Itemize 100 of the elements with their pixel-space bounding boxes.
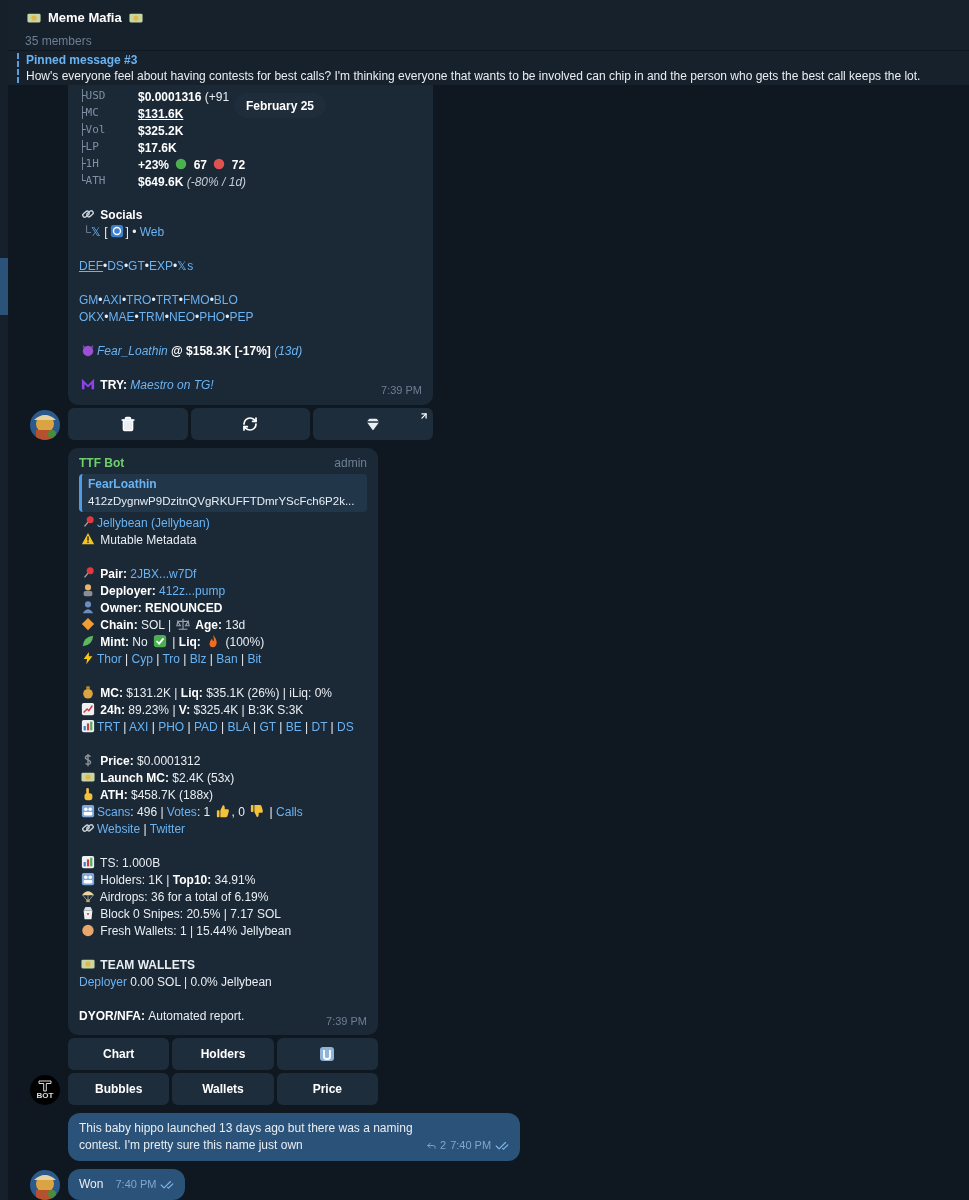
- refresh-icon: [242, 415, 259, 432]
- takeout-box-icon: [81, 905, 95, 920]
- keyboard-button[interactable]: [276, 1038, 378, 1070]
- link[interactable]: BE: [285, 719, 302, 734]
- message-line: TS: 1.000B: [79, 854, 161, 872]
- message-line: TRT | AXI | PHO | PAD | BLA | GT | BE | DT | DS: [79, 718, 354, 736]
- link[interactable]: TRT: [155, 293, 179, 307]
- link[interactable]: Ban: [216, 651, 238, 666]
- message-line: MC: $131.2K | Liq: $35.1K (26%) | iLiq: 0%: [79, 684, 332, 702]
- link[interactable]: AXI: [129, 719, 149, 734]
- message-time: 7:40 PM: [450, 1138, 492, 1153]
- pinned-text: How's everyone feel about having contests for best calls? I'm thinking everyone that wants to be involved can chip in and the person who gets the best call keeps the lot.: [26, 67, 921, 84]
- link[interactable]: Web: [139, 225, 165, 239]
- message-time: 7:39 PM: [326, 1013, 367, 1029]
- link[interactable]: Votes: [166, 804, 197, 819]
- keyboard-button[interactable]: Bubbles: [68, 1073, 170, 1105]
- bot-avatar[interactable]: BOT: [30, 1075, 60, 1105]
- keyboard-button[interactable]: Holders: [172, 1038, 274, 1070]
- scales-icon: [176, 616, 191, 631]
- link[interactable]: DS: [107, 259, 124, 273]
- link[interactable]: PEP: [229, 310, 254, 324]
- link[interactable]: GM: [79, 293, 99, 307]
- link[interactable]: NEO: [168, 310, 195, 324]
- reply-text: 412zDygnwP9DzitnQVgRKUFFTDmrYScFch6P2k...: [88, 493, 355, 509]
- pushpin-icon: [81, 565, 95, 580]
- message-line: TEAM WALLETS: [79, 956, 195, 974]
- link[interactable]: PAD: [194, 719, 218, 734]
- message-line: GM•AXI•TRO•TRT•FMO•BLO: [79, 292, 238, 309]
- link[interactable]: GT: [128, 259, 145, 273]
- link[interactable]: BLA: [227, 719, 250, 734]
- selected-chat-edge: [0, 258, 8, 315]
- tree-label: ├MC: [79, 105, 100, 122]
- link[interactable]: Website: [97, 821, 141, 836]
- parachute-icon: [81, 888, 95, 903]
- keyboard-button[interactable]: Chart: [68, 1038, 170, 1070]
- message-line: Deployer: 412z...pump: [79, 582, 226, 600]
- link[interactable]: 412z...pump: [159, 583, 226, 598]
- link[interactable]: Blz: [189, 651, 207, 666]
- link[interactable]: Tro: [162, 651, 180, 666]
- keyboard-button[interactable]: [68, 407, 188, 440]
- m-logo-icon: [81, 377, 95, 391]
- lightning-icon: [81, 650, 95, 665]
- link[interactable]: Bit: [247, 651, 262, 666]
- diamond-icon: [81, 616, 95, 631]
- thumbs-down-icon: [250, 803, 265, 818]
- reply-quote[interactable]: FearLoathin 412zDygnwP9DzitnQVgRKUFFTDmrYScFch6P2k...: [79, 473, 367, 512]
- trash-icon: [119, 415, 136, 432]
- sender-name[interactable]: TTF Bot: [79, 453, 125, 472]
- link[interactable]: Jellybean (Jellybean): [97, 515, 210, 530]
- link[interactable]: TRM: [138, 310, 165, 324]
- check-icon: [153, 633, 167, 648]
- date-badge: February 25: [234, 93, 327, 118]
- tree-label: ├USD: [79, 88, 107, 105]
- link[interactable]: Calls: [276, 804, 303, 819]
- link[interactable]: BLO: [213, 293, 238, 307]
- link[interactable]: 𝕏s: [177, 259, 194, 273]
- message-text: Won: [79, 1176, 104, 1193]
- message-line: Fresh Wallets: 1 | 15.44% Jellybean: [79, 922, 292, 940]
- chat-title[interactable]: Meme Mafia: [48, 8, 122, 28]
- link[interactable]: Fear_Loathin: [97, 344, 168, 358]
- gem-icon: [365, 415, 382, 432]
- link[interactable]: 𝕏: [90, 225, 101, 239]
- link[interactable]: FMO: [182, 293, 210, 307]
- link[interactable]: PHO: [199, 310, 226, 324]
- message-line: Thor | Cyp | Tro | Blz | Ban | Bit: [79, 650, 262, 668]
- link[interactable]: Twitter: [149, 821, 186, 836]
- message-line: Price: $0.0001312: [79, 752, 201, 770]
- link[interactable]: AXI: [102, 293, 122, 307]
- link[interactable]: 2JBX...w7Df: [130, 566, 197, 581]
- tree-value: $325.2K: [138, 122, 184, 140]
- recycle-icon: [109, 224, 124, 238]
- message-line: Airdrops: 36 for a total of 6.19%: [79, 888, 269, 906]
- link[interactable]: DEF: [79, 259, 103, 273]
- tree-label: ├Vol: [79, 122, 107, 139]
- worker-icon: [81, 582, 95, 597]
- tree-value: $131.6K: [138, 105, 184, 123]
- link[interactable]: TRO: [126, 293, 152, 307]
- reply-icon: [426, 1140, 437, 1151]
- money-bag-icon: [81, 684, 95, 699]
- link[interactable]: Cyp: [131, 651, 153, 666]
- link[interactable]: OKX: [79, 310, 105, 324]
- message-line: Block 0 Snipes: 20.5% | 7.17 SOL: [79, 905, 281, 923]
- link[interactable]: Thor: [97, 651, 122, 666]
- tree-value: $649.6K (-80% / 1d): [138, 173, 247, 191]
- link[interactable]: Deployer: [79, 974, 128, 989]
- reply-author: FearLoathin: [88, 475, 158, 493]
- pinned-bar[interactable]: Pinned message #3 How's everyone feel about having contests for best calls? I'm thinking everyone that wants to be involved can chip in and the person who gets the best call keeps the lot.: [8, 49, 969, 85]
- link[interactable]: DS: [337, 719, 354, 734]
- message-line: DYOR/NFA: Automated report.: [79, 1007, 245, 1025]
- leaf-icon: [81, 633, 95, 648]
- link[interactable]: DT: [311, 719, 328, 734]
- link[interactable]: GT: [259, 719, 276, 734]
- link[interactable]: EXP: [148, 259, 173, 273]
- link[interactable]: TRT: [97, 719, 120, 734]
- link[interactable]: PHO: [158, 719, 185, 734]
- keyboard-button[interactable]: Price: [276, 1073, 378, 1105]
- link[interactable]: Maestro on TG!: [130, 378, 214, 392]
- link[interactable]: MAE: [108, 310, 135, 324]
- link[interactable]: (13d): [274, 344, 303, 358]
- keyboard-button[interactable]: Wallets: [172, 1073, 274, 1105]
